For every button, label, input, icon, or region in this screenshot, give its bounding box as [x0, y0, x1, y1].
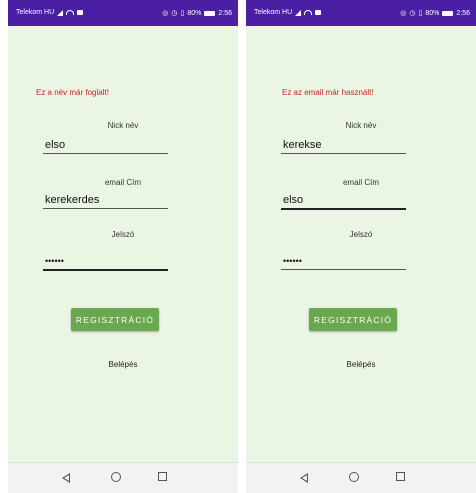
- nav-home-icon[interactable]: [349, 472, 359, 482]
- message-icon: [77, 10, 84, 15]
- status-bar: Telekom HU ◎ ◷ ▯ 80% 2:56: [8, 0, 238, 26]
- password-input-underline: [43, 269, 168, 271]
- email-input[interactable]: kerekerdes: [45, 194, 99, 206]
- password-input[interactable]: ••••••: [45, 256, 64, 266]
- vibrate-icon: ▯: [418, 10, 423, 17]
- nick-label: Nick név: [107, 121, 139, 130]
- email-input-underline: [281, 208, 406, 210]
- navigation-bar: [246, 462, 476, 493]
- signal-icon: [57, 9, 64, 16]
- password-input-underline: [281, 269, 406, 270]
- message-icon: [315, 10, 322, 15]
- alarm-icon: ◷: [409, 10, 416, 17]
- nav-recent-icon[interactable]: [158, 472, 167, 481]
- nick-input-underline: [281, 153, 406, 154]
- alarm-icon: ◷: [171, 10, 178, 17]
- register-button[interactable]: REGISZTRÁCIÓ: [309, 308, 397, 331]
- error-message: Ez a név már foglalt!: [36, 88, 109, 97]
- navigation-bar: [8, 462, 238, 493]
- clock: 2:56: [218, 9, 232, 17]
- status-bar: Telekom HU ◎ ◷ ▯ 80% 2:56: [246, 0, 476, 26]
- wifi-icon: [304, 10, 313, 15]
- email-label: email Cím: [104, 178, 141, 187]
- nav-back-icon[interactable]: [62, 473, 70, 483]
- nick-label: Nick név: [345, 121, 377, 130]
- login-link[interactable]: Belépés: [306, 360, 416, 369]
- password-input[interactable]: ••••••: [283, 256, 302, 266]
- signal-icon: [295, 9, 302, 16]
- vibrate-icon: ▯: [180, 10, 185, 17]
- battery-percent: 80%: [425, 9, 440, 17]
- email-input[interactable]: elso: [283, 194, 303, 206]
- battery-icon: [204, 10, 216, 16]
- login-link[interactable]: Belépés: [68, 360, 178, 369]
- password-label: Jelszó: [111, 230, 135, 239]
- error-message: Ez az email már használt!: [282, 88, 374, 97]
- nav-recent-icon[interactable]: [396, 472, 405, 481]
- battery-icon: [442, 10, 454, 16]
- email-input-underline: [43, 208, 168, 209]
- nick-input[interactable]: elso: [45, 139, 65, 151]
- nav-back-icon[interactable]: [300, 473, 308, 483]
- email-label: email Cím: [342, 178, 379, 187]
- carrier-label: Telekom HU: [254, 9, 293, 16]
- carrier-label: Telekom HU: [16, 9, 55, 16]
- wifi-icon: [66, 10, 75, 15]
- nav-home-icon[interactable]: [111, 472, 121, 482]
- nick-input[interactable]: kerekse: [283, 139, 322, 151]
- nick-input-underline: [43, 153, 168, 154]
- battery-percent: 80%: [187, 9, 202, 17]
- left-phone-screen: Telekom HU ◎ ◷ ▯ 80% 2:56 Ez a név már f…: [8, 0, 238, 493]
- location-icon: ◎: [162, 10, 169, 17]
- location-icon: ◎: [400, 10, 407, 17]
- right-phone-screen: Telekom HU ◎ ◷ ▯ 80% 2:56 Ez az email má…: [246, 0, 476, 493]
- password-label: Jelszó: [349, 230, 373, 239]
- register-button[interactable]: REGISZTRÁCIÓ: [71, 308, 159, 331]
- clock: 2:56: [456, 9, 470, 17]
